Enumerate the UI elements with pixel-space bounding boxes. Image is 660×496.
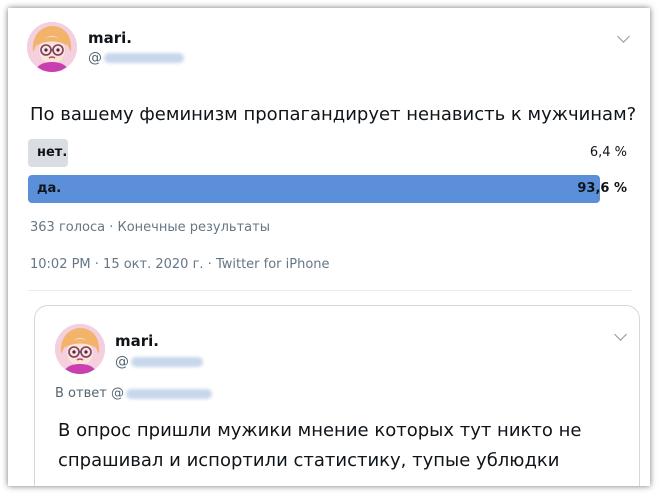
in-reply-to[interactable]: В ответ @ [55, 386, 212, 401]
reply-handle-prefix: @ [115, 354, 129, 370]
poll-summary: 363 голоса · Конечные результаты [30, 220, 270, 235]
poll-option-2-percent: 93,6 % [577, 181, 627, 196]
blurred-handle [104, 53, 184, 63]
reply-avatar[interactable] [55, 324, 105, 374]
reply-text: В опрос пришли мужики мнение которых тут… [58, 420, 582, 471]
tweet-timestamp[interactable]: 10:02 PM · 15 окт. 2020 г. · Twitter for… [30, 257, 330, 272]
tweet-screenshot: mari. @ По вашему феминизм пропагандируе… [8, 8, 650, 486]
poll-option-1-label: нет. [37, 145, 68, 160]
in-reply-blurred-handle [125, 388, 212, 399]
poll-option-2-label: да. [37, 181, 62, 196]
anime-girl-avatar-icon [55, 324, 105, 374]
poll-option-1-percent: 6,4 % [589, 145, 627, 160]
reply-chevron-down-icon[interactable] [614, 328, 627, 341]
chevron-down-icon[interactable] [617, 30, 630, 43]
poll-option-2-bar [28, 175, 600, 203]
divider [28, 290, 632, 291]
author-handle[interactable]: @ [88, 50, 184, 66]
reply-author-name[interactable]: mari. [115, 332, 159, 350]
anime-girl-avatar-icon [27, 22, 77, 72]
poll-option-2: да. 93,6 % [28, 175, 630, 203]
reply-blurred-handle [131, 357, 203, 367]
poll-question: По вашему феминизм пропагандирует ненави… [30, 104, 637, 125]
reply-author-handle[interactable]: @ [115, 354, 203, 370]
handle-prefix: @ [88, 50, 102, 66]
in-reply-prefix: В ответ @ [55, 386, 124, 401]
author-name[interactable]: mari. [88, 29, 132, 47]
reply-card[interactable]: mari. @ В ответ @ В опрос пришли мужики … [34, 305, 640, 486]
avatar[interactable] [27, 22, 77, 72]
poll-option-1: нет. 6,4 % [28, 139, 630, 167]
